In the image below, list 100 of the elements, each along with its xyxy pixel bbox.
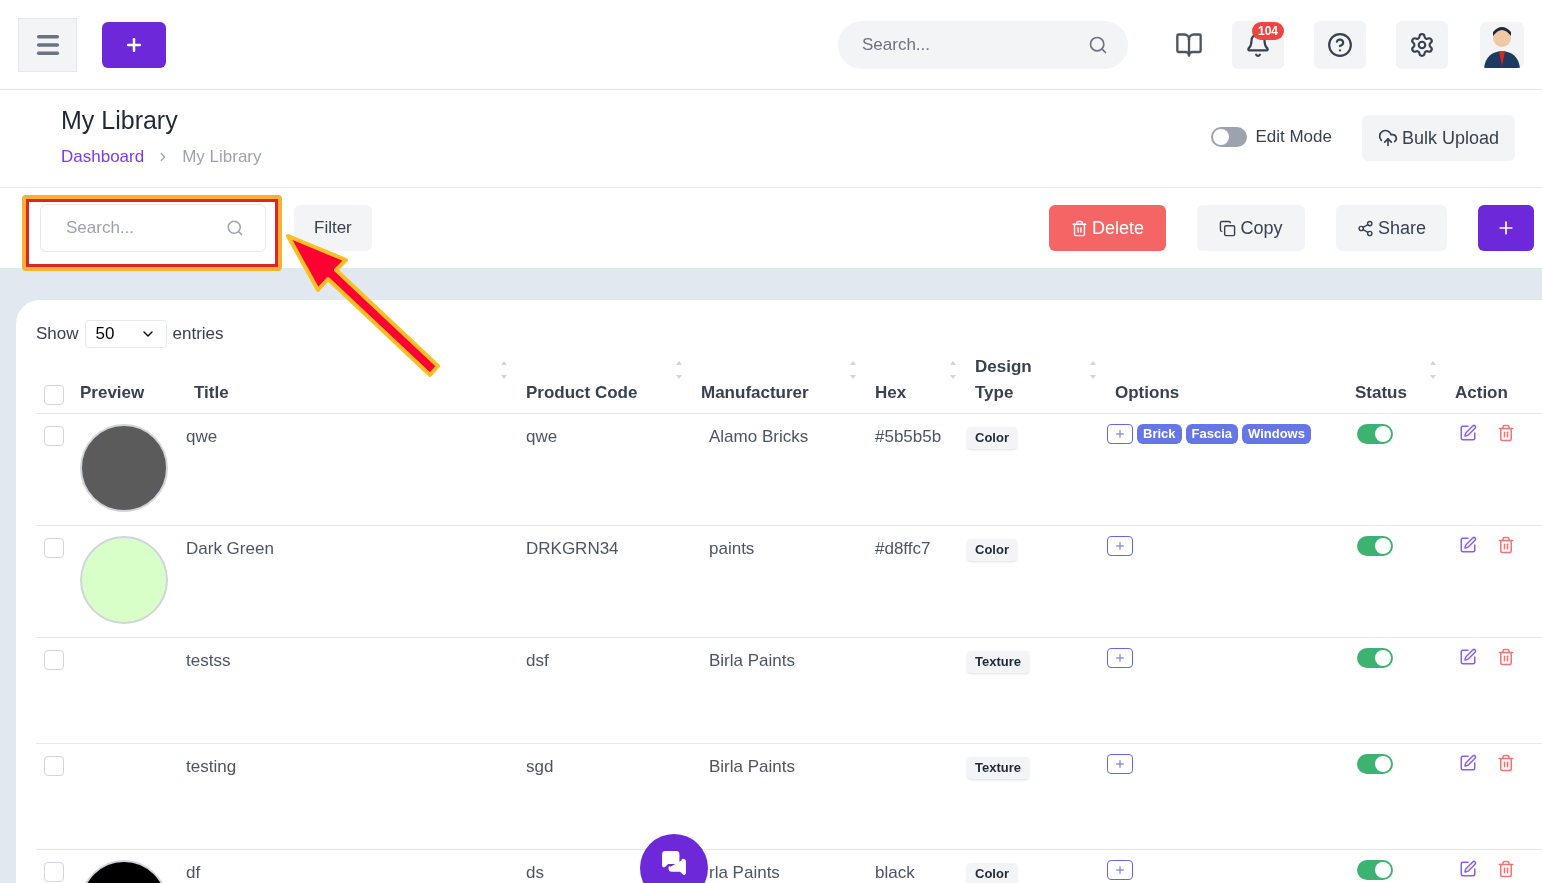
edit-icon[interactable] (1459, 754, 1477, 772)
table-cell: ds (526, 863, 544, 882)
settings-button[interactable] (1396, 20, 1448, 69)
share-button[interactable]: Share (1336, 205, 1447, 251)
trash-icon[interactable] (1497, 860, 1515, 878)
column-header[interactable]: Manufacturer (701, 379, 809, 405)
sort-icon[interactable] (500, 359, 508, 381)
status-toggle[interactable] (1357, 648, 1393, 668)
edit-mode-toggle[interactable] (1211, 126, 1248, 147)
plus-icon (1114, 758, 1126, 770)
column-header[interactable]: Title (194, 379, 229, 405)
avatar-icon[interactable] (1480, 21, 1524, 68)
row-checkbox[interactable] (44, 426, 64, 446)
design-type-tag: Texture (967, 651, 1029, 673)
column-header: Action (1455, 381, 1508, 404)
design-type-tag: Texture (967, 757, 1029, 779)
plus-icon (1114, 540, 1126, 552)
copy-button[interactable]: Copy (1197, 205, 1305, 251)
add-option-button[interactable] (1107, 536, 1133, 556)
notifications-button[interactable]: 104 (1232, 20, 1284, 69)
add-button[interactable] (1478, 205, 1534, 251)
breadcrumb-item[interactable]: Dashboard (61, 144, 145, 170)
option-tag: Windows (1242, 424, 1311, 444)
table-cell: Birla Paints (709, 757, 795, 776)
table-cell: qwe (526, 427, 558, 446)
column-header[interactable]: Product Code (526, 379, 638, 405)
sort-icon[interactable] (949, 359, 957, 381)
plus-icon (1114, 864, 1126, 876)
option-tag: Fascia (1185, 424, 1238, 444)
show-label: Show (36, 323, 79, 346)
search-icon (1088, 34, 1108, 55)
bulk-upload-button[interactable]: Bulk Upload (1361, 115, 1515, 161)
sort-icon[interactable] (675, 359, 683, 381)
table-cell: Alamo Bricks (709, 427, 809, 446)
table-cell: df (186, 863, 201, 882)
edit-mode-label: Edit Mode (1255, 126, 1332, 148)
menu-button[interactable] (18, 17, 77, 72)
edit-icon[interactable] (1459, 648, 1477, 666)
status-toggle[interactable] (1357, 754, 1393, 774)
option-tag: Brick (1137, 424, 1182, 444)
column-header[interactable]: Hex (875, 379, 907, 405)
breadcrumb-item: My Library (182, 146, 262, 168)
help-icon (1327, 31, 1353, 58)
table-cell: Dark Green (186, 539, 274, 558)
design-type-tag: Color (967, 863, 1017, 883)
table-cell: testss (186, 651, 231, 670)
trash-icon[interactable] (1497, 424, 1515, 442)
row-checkbox[interactable] (44, 756, 64, 776)
page-size-select[interactable]: 50 (84, 320, 167, 348)
add-option-button[interactable] (1107, 860, 1133, 880)
row-checkbox[interactable] (44, 538, 64, 558)
entries-label: entries (172, 323, 224, 346)
table-cell: sgd (526, 757, 554, 776)
sort-icon[interactable] (849, 359, 857, 381)
design-type-tag: Color (967, 427, 1017, 449)
trash-icon[interactable] (1497, 754, 1515, 772)
row-checkbox[interactable] (44, 862, 64, 882)
table-cell: dsf (526, 651, 549, 670)
status-toggle[interactable] (1357, 536, 1393, 556)
upload-icon (1377, 128, 1398, 148)
chat-icon (661, 850, 687, 876)
row-checkbox[interactable] (44, 650, 64, 670)
edit-icon[interactable] (1459, 860, 1477, 878)
table-cell: testing (186, 757, 237, 776)
add-option-button[interactable] (1107, 754, 1133, 774)
add-button[interactable] (102, 21, 166, 68)
plus-icon (1114, 428, 1126, 440)
edit-icon[interactable] (1459, 536, 1477, 554)
add-option-button[interactable] (1107, 648, 1133, 668)
column-header[interactable]: Design Type (975, 354, 1045, 405)
edit-icon[interactable] (1459, 424, 1477, 442)
table-cell: Birla Paints (709, 651, 795, 670)
design-type-tag: Color (967, 539, 1017, 561)
notification-count: 104 (1251, 21, 1284, 40)
column-header[interactable]: Status (1355, 379, 1407, 405)
trash-icon (1071, 219, 1088, 237)
share-icon (1356, 219, 1374, 237)
settings-icon (1409, 31, 1435, 58)
status-toggle[interactable] (1357, 860, 1393, 880)
filter-button[interactable]: Filter (294, 205, 372, 251)
trash-icon[interactable] (1497, 648, 1515, 666)
column-header: Options (1115, 381, 1180, 404)
help-button[interactable] (1314, 20, 1366, 69)
status-toggle[interactable] (1357, 424, 1393, 444)
table-cell: #d8ffc7 (875, 539, 931, 558)
sort-icon[interactable] (1429, 359, 1437, 381)
table-cell: DRKGRN34 (526, 539, 619, 558)
copy-icon (1219, 219, 1237, 237)
page-title: My Library (61, 105, 179, 136)
trash-icon[interactable] (1497, 536, 1515, 554)
table-cell: rla Paints (709, 863, 780, 882)
search-field[interactable]: Search... (838, 20, 1128, 69)
table-cell: black (875, 863, 915, 882)
column-header: Preview (80, 381, 145, 404)
sort-icon[interactable] (1089, 359, 1097, 381)
search-icon (226, 219, 244, 237)
search-field[interactable]: Search... (40, 204, 266, 252)
select-all-checkbox[interactable] (44, 385, 64, 405)
add-option-button[interactable] (1107, 424, 1133, 444)
table-cell: qwe (186, 427, 218, 446)
